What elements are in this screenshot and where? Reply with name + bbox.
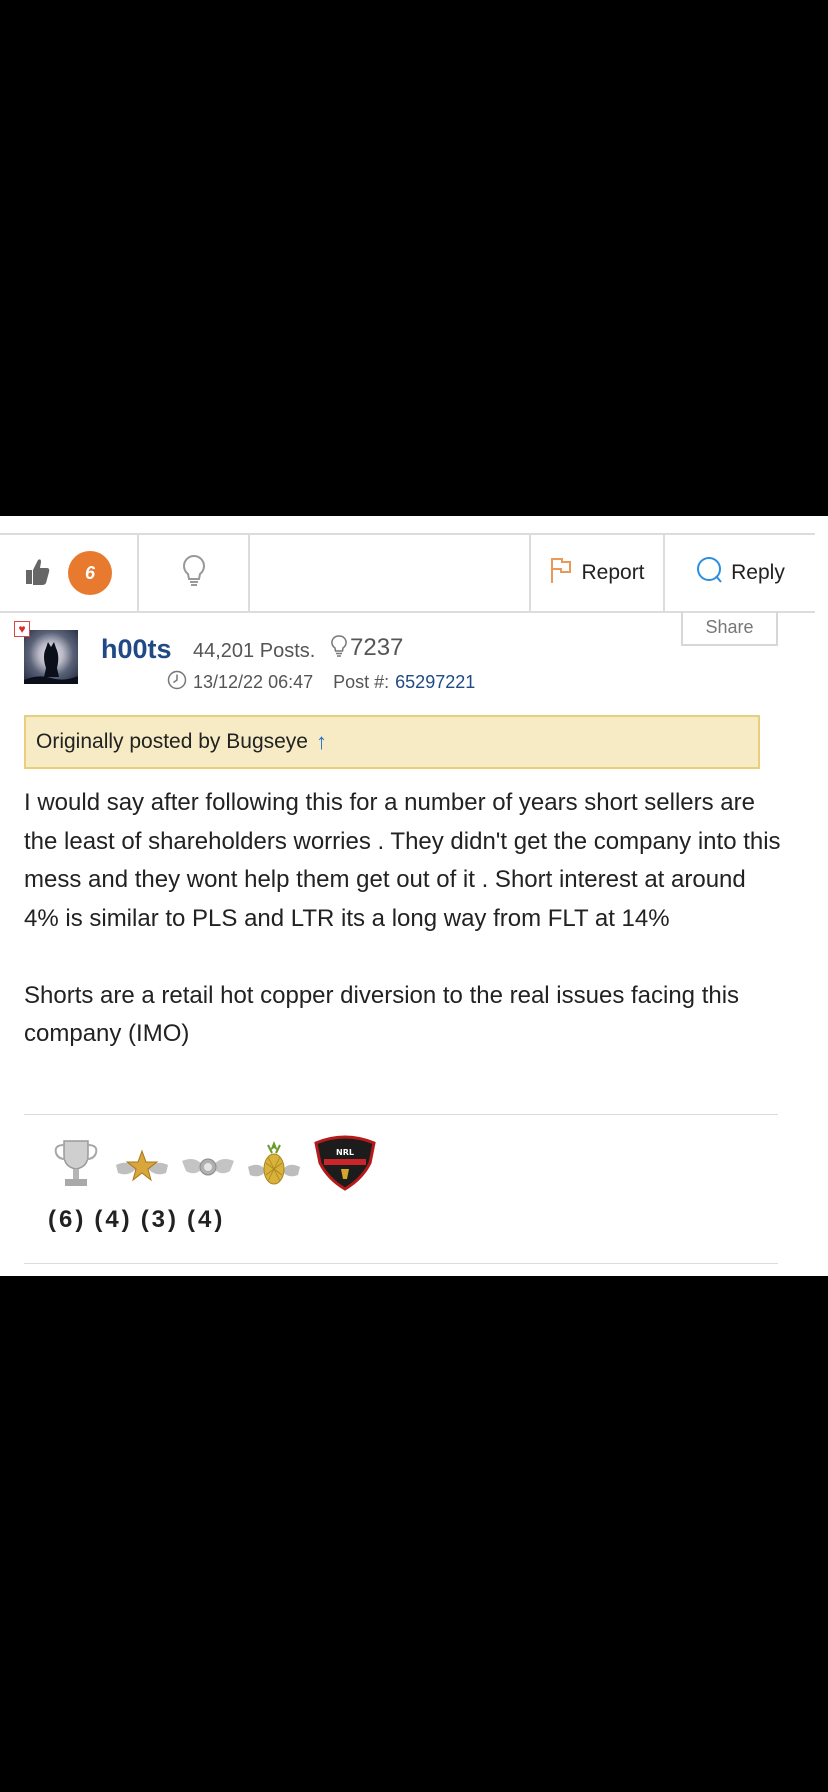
- divider: [24, 1114, 778, 1115]
- author-name[interactable]: h00ts: [101, 634, 172, 665]
- up-arrow-icon[interactable]: ↑: [316, 729, 327, 755]
- reply-button[interactable]: Reply: [665, 535, 815, 611]
- post-paragraph: Shorts are a retail hot copper diversion…: [24, 981, 740, 1048]
- share-button[interactable]: Share: [681, 611, 778, 646]
- award-count: (6): [48, 1206, 87, 1233]
- avatar[interactable]: [24, 630, 78, 684]
- silver-wings-icon: [180, 1137, 236, 1191]
- award-counts: (6) (4) (3) (4): [48, 1206, 225, 1234]
- post-paragraph: I would say after following this for a n…: [24, 789, 781, 932]
- post-meta: 13/12/22 06:47 Post #: 65297221: [167, 670, 475, 695]
- like-count-badge[interactable]: 6: [68, 551, 112, 595]
- award-count: (4): [187, 1206, 226, 1233]
- shield-badge-icon: NRL: [312, 1133, 378, 1191]
- post-timestamp: 13/12/22 06:47: [193, 672, 314, 692]
- lightbulb-section[interactable]: [139, 535, 250, 611]
- trophy-icon: [48, 1137, 104, 1191]
- lightbulb-small-icon: [331, 634, 347, 662]
- posts-count: 44,201 Posts.: [193, 640, 316, 662]
- gold-star-wings-icon: [114, 1137, 170, 1191]
- heart-icon: ♥: [14, 621, 30, 637]
- award-count: (3): [140, 1206, 180, 1233]
- like-section: 6: [0, 535, 139, 611]
- post-body: I would say after following this for a n…: [24, 784, 784, 1054]
- likes-received: 7237: [331, 634, 403, 662]
- thumbs-up-icon[interactable]: [24, 556, 50, 591]
- action-bar-spacer: [250, 535, 529, 611]
- report-label: Report: [581, 561, 645, 584]
- lightbulb-icon[interactable]: [182, 554, 206, 593]
- post-number-label: Post #:: [333, 672, 390, 692]
- post-number-link[interactable]: 65297221: [395, 672, 475, 693]
- quote-label: Originally posted by Bugseye: [36, 730, 308, 753]
- top-black-area: [0, 0, 828, 516]
- badge-text: NRL: [336, 1148, 354, 1157]
- reply-bubble-icon: [695, 556, 723, 590]
- awards-row: NRL: [48, 1133, 378, 1191]
- forum-post-panel: 6 Report Reply Share ♥ h00ts 44,201 Post…: [0, 516, 828, 1276]
- divider: [24, 1263, 778, 1264]
- reply-label: Reply: [731, 561, 785, 584]
- pineapple-wings-icon: [246, 1137, 302, 1191]
- award-count: (4): [94, 1206, 133, 1233]
- report-button[interactable]: Report: [529, 535, 665, 611]
- clock-icon: [167, 670, 187, 695]
- flag-icon: [549, 556, 573, 590]
- bottom-black-area: [0, 1276, 828, 1792]
- post-action-bar: 6 Report Reply: [0, 533, 815, 613]
- quote-reference[interactable]: Originally posted by Bugseye ↑: [24, 715, 760, 769]
- likes-value: 7237: [350, 634, 404, 661]
